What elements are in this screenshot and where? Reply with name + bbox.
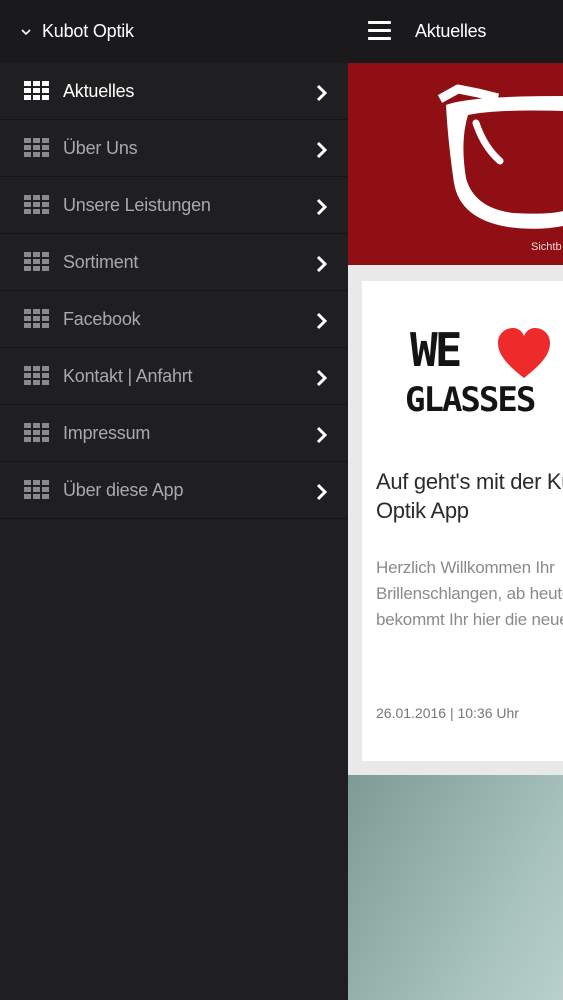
menu-item-impressum[interactable]: Impressum	[0, 405, 348, 462]
grid-icon	[24, 252, 49, 271]
article-headline[interactable]: Auf geht's mit der Kubot Optik App	[376, 467, 563, 525]
navigation-drawer: Kubot Optik Aktuelles Über Uns Unsere Le…	[0, 0, 348, 1000]
header-banner: Sichtb	[348, 63, 563, 265]
article-date: 26.01.2016 | 10:36 Uhr	[376, 705, 519, 721]
article-image: WE GLASSES	[362, 281, 563, 441]
menu-item-ueber-uns[interactable]: Über Uns	[0, 120, 348, 177]
article-excerpt: Herzlich Willkommen Ihr Brillenschlangen…	[376, 558, 563, 629]
menu-item-label: Aktuelles	[63, 80, 135, 101]
chevron-right-icon	[316, 369, 328, 387]
main-content: Aktuelles Sichtb WE GLASSES Auf geht's m…	[348, 0, 563, 1000]
app-title: Kubot Optik	[42, 21, 134, 41]
grid-icon	[24, 81, 49, 100]
drawer-menu: Aktuelles Über Uns Unsere Leistungen Sor…	[0, 63, 348, 519]
page-title: Aktuelles	[415, 21, 487, 41]
news-card[interactable]: WE GLASSES Auf geht's mit der Kubot Opti…	[362, 281, 563, 761]
banner-claim: Sichtb	[531, 241, 562, 253]
menu-item-label: Über Uns	[63, 137, 138, 158]
menu-item-label: Über diese App	[63, 479, 184, 500]
grid-icon	[24, 195, 49, 214]
drawer-header[interactable]: Kubot Optik	[0, 0, 348, 63]
heart-icon	[498, 328, 550, 378]
grid-icon	[24, 480, 49, 499]
image-text-we: WE	[410, 323, 462, 377]
menu-item-facebook[interactable]: Facebook	[0, 291, 348, 348]
menu-item-label: Facebook	[63, 308, 141, 329]
grid-icon	[24, 309, 49, 328]
glasses-logo	[437, 84, 563, 229]
menu-item-label: Impressum	[63, 422, 151, 443]
grid-icon	[24, 366, 49, 385]
top-bar: Aktuelles	[348, 0, 563, 63]
chevron-right-icon	[316, 426, 328, 444]
menu-item-label: Kontakt | Anfahrt	[63, 365, 193, 386]
chevron-right-icon	[316, 312, 328, 330]
chevron-down-icon	[21, 28, 31, 35]
chevron-right-icon	[316, 255, 328, 273]
chevron-right-icon	[316, 141, 328, 159]
menu-item-ueber-diese-app[interactable]: Über diese App	[0, 462, 348, 519]
menu-item-kontakt-anfahrt[interactable]: Kontakt | Anfahrt	[0, 348, 348, 405]
chevron-right-icon	[316, 84, 328, 102]
grid-icon	[24, 423, 49, 442]
menu-item-label: Unsere Leistungen	[63, 194, 211, 215]
chevron-right-icon	[316, 483, 328, 501]
grid-icon	[24, 138, 49, 157]
hamburger-icon[interactable]	[368, 21, 391, 41]
chevron-right-icon	[316, 198, 328, 216]
menu-item-sortiment[interactable]: Sortiment	[0, 234, 348, 291]
menu-item-label: Sortiment	[63, 251, 139, 272]
image-text-glasses: GLASSES	[405, 380, 536, 420]
menu-item-unsere-leistungen[interactable]: Unsere Leistungen	[0, 177, 348, 234]
menu-item-aktuelles[interactable]: Aktuelles	[0, 63, 348, 120]
article-photo[interactable]	[348, 775, 563, 1000]
